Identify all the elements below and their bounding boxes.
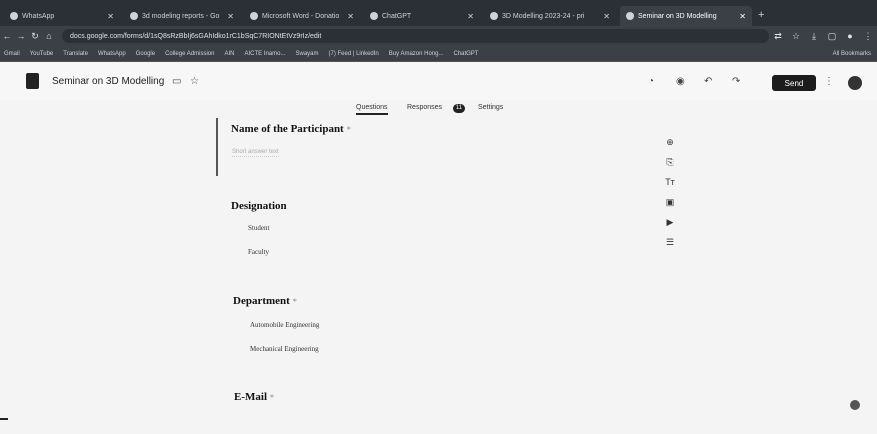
question-title[interactable]: Name of the Participant *: [231, 123, 351, 135]
download-icon[interactable]: ⤓: [805, 31, 823, 42]
bookmark[interactable]: (7) Feed | LinkedIn: [329, 51, 379, 57]
question-title[interactable]: Department *: [233, 295, 297, 307]
import-questions-icon[interactable]: ⎘: [663, 156, 677, 168]
profile-icon[interactable]: ●: [841, 31, 859, 41]
chatgpt-icon: [370, 12, 378, 20]
bookmark[interactable]: AICTE Inamo...: [244, 51, 285, 57]
browser-tab[interactable]: WhatsApp ✕: [4, 6, 120, 26]
bookmark[interactable]: Buy Amazon Hong...: [389, 51, 444, 57]
gmail-icon: [490, 12, 498, 20]
palette-icon[interactable]: ◔: [648, 76, 654, 87]
menu-icon[interactable]: ⋮: [859, 31, 877, 42]
option-label[interactable]: Automobile Engineering: [250, 321, 319, 329]
more-icon[interactable]: ⋮: [824, 76, 834, 87]
folder-icon[interactable]: ▭: [172, 76, 181, 87]
close-icon[interactable]: ✕: [739, 12, 746, 21]
questions-area: Name of the Participant * Short answer te…: [0, 118, 877, 434]
close-icon[interactable]: ✕: [603, 12, 610, 21]
translate-icon[interactable]: ⇄: [769, 31, 787, 42]
all-bookmarks[interactable]: All Bookmarks: [833, 51, 871, 57]
close-icon[interactable]: ✕: [347, 12, 354, 21]
new-tab-icon[interactable]: +: [758, 9, 764, 21]
bookmark[interactable]: YouTube: [30, 51, 54, 57]
help-icon[interactable]: [850, 400, 860, 410]
address-bar-row: ← → ↻ ⌂ docs.google.com/forms/d/1sQ8sRzB…: [0, 26, 877, 46]
option-label[interactable]: Student: [248, 224, 269, 232]
close-icon[interactable]: ✕: [467, 12, 474, 21]
send-button[interactable]: Send: [772, 75, 816, 91]
option-label[interactable]: Faculty: [248, 248, 269, 256]
browser-tab[interactable]: ChatGPT ✕: [364, 6, 480, 26]
undo-icon[interactable]: ↶: [704, 76, 712, 87]
bookmark[interactable]: AIN: [224, 51, 234, 57]
bookmark[interactable]: College Admission: [165, 51, 214, 57]
tab-questions[interactable]: Questions: [356, 104, 388, 115]
question-title[interactable]: E-Mail *: [234, 391, 274, 403]
redo-icon[interactable]: ↷: [732, 76, 740, 87]
add-video-icon[interactable]: ▶: [663, 216, 677, 228]
forward-icon[interactable]: →: [14, 31, 28, 41]
browser-tab[interactable]: Microsoft Word - Donatio ✕: [244, 6, 360, 26]
star-icon[interactable]: ☆: [190, 76, 199, 87]
form-header: Seminar on 3D Modelling ▭ ☆ ◔ ◉ ↶ ↷ Send…: [0, 62, 877, 100]
add-image-icon[interactable]: ▣: [663, 196, 677, 208]
tab-responses[interactable]: Responses: [407, 104, 442, 111]
question-title[interactable]: Designation: [231, 200, 287, 212]
whatsapp-icon: [10, 12, 18, 20]
reload-icon[interactable]: ↻: [28, 31, 42, 42]
add-question-icon[interactable]: ⊕: [663, 136, 677, 148]
word-icon: [250, 12, 258, 20]
url-field[interactable]: docs.google.com/forms/d/1sQ8sRzBbIj6sGAh…: [62, 29, 769, 43]
add-title-icon[interactable]: Tт: [663, 176, 677, 188]
option-label[interactable]: Mechanical Engineering: [250, 345, 319, 353]
bookmarks-bar: Gmail YouTube Translate WhatsApp Google …: [0, 46, 877, 62]
close-icon[interactable]: ✕: [107, 12, 114, 21]
avatar[interactable]: [848, 76, 862, 90]
home-icon[interactable]: ⌂: [42, 31, 56, 41]
responses-count-badge: 11: [453, 104, 465, 113]
add-section-icon[interactable]: ☰: [663, 236, 677, 248]
google-docs-icon: [130, 12, 138, 20]
form-title[interactable]: Seminar on 3D Modelling: [52, 76, 164, 87]
close-icon[interactable]: ✕: [227, 12, 234, 21]
bookmark[interactable]: Google: [136, 51, 155, 57]
bookmark[interactable]: Translate: [63, 51, 88, 57]
forms-icon: [626, 12, 634, 20]
browser-tab-bar: WhatsApp ✕ 3d modeling reports - Go ✕ Micr…: [0, 0, 877, 26]
bookmark[interactable]: Swayam: [295, 51, 318, 57]
tab-settings[interactable]: Settings: [478, 104, 503, 111]
active-question-indicator: [216, 118, 218, 176]
question-toolbar: ⊕ ⎘ Tт ▣ ▶ ☰: [663, 136, 677, 256]
browser-tab-active[interactable]: Seminar on 3D Modelling ✕: [620, 6, 752, 26]
star-icon[interactable]: ☆: [787, 31, 805, 42]
browser-tab[interactable]: 3d modeling reports - Go ✕: [124, 6, 240, 26]
browser-tab[interactable]: 3D Modelling 2023-24 - pri ✕: [484, 6, 616, 26]
bookmark[interactable]: Gmail: [4, 51, 20, 57]
bookmark[interactable]: ChatGPT: [453, 51, 478, 57]
bookmark[interactable]: WhatsApp: [98, 51, 126, 57]
short-answer-field[interactable]: Short answer text: [232, 149, 279, 157]
preview-icon[interactable]: ◉: [676, 76, 685, 87]
back-icon[interactable]: ←: [0, 31, 14, 41]
forms-logo-icon[interactable]: [26, 73, 39, 89]
scan-mark: [0, 418, 8, 420]
form-tabs: Questions Responses Settings: [0, 100, 877, 118]
sidebar-icon[interactable]: ▢: [823, 31, 841, 42]
